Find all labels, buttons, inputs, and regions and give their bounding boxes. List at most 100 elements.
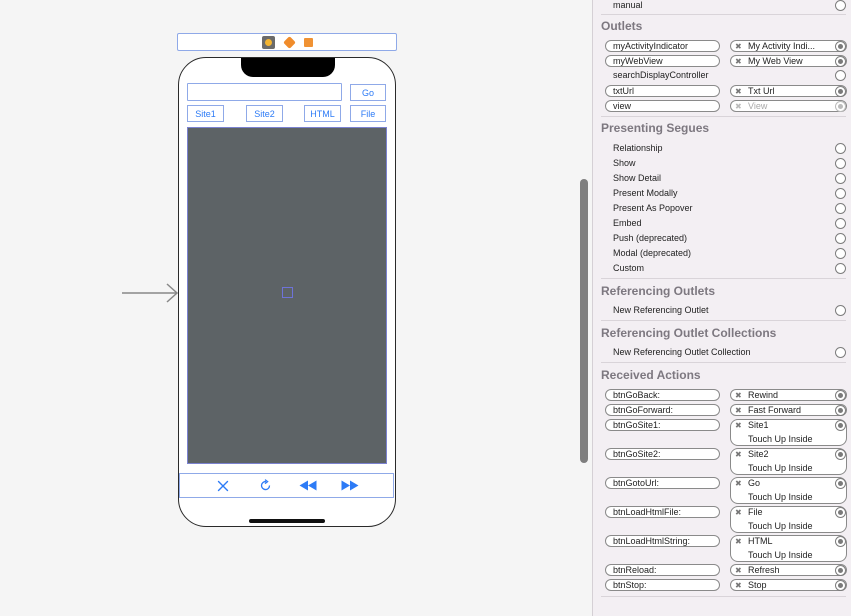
site2-button[interactable]: Site2 (246, 105, 283, 122)
outlet-target: Txt Url (748, 86, 775, 96)
action-name[interactable]: btnGoForward: (605, 404, 720, 416)
action-name[interactable]: btnGoSite1: (605, 419, 720, 431)
scene-dock[interactable] (177, 33, 397, 51)
refresh-icon[interactable] (254, 477, 276, 495)
connection-circle-icon[interactable] (835, 507, 846, 518)
activity-indicator[interactable] (282, 287, 293, 298)
view-controller-icon[interactable] (261, 35, 275, 49)
connection-circle-icon[interactable] (835, 233, 846, 244)
action-connection[interactable]: ✖ Site2 Touch Up Inside (730, 448, 847, 475)
action-connection[interactable]: ✖ Go Touch Up Inside (730, 477, 847, 504)
action-row: btnGoSite1: ✖ Site1 Touch Up Inside (593, 419, 851, 448)
action-connection[interactable]: ✖ Stop (730, 579, 847, 591)
action-connection[interactable]: ✖ File Touch Up Inside (730, 506, 847, 533)
action-connection[interactable]: ✖ HTML Touch Up Inside (730, 535, 847, 562)
action-name[interactable]: btnGotoUrl: (605, 477, 720, 489)
outlet-connection[interactable]: ✖ Txt Url (730, 85, 847, 97)
connection-circle-icon[interactable] (835, 101, 846, 112)
presenting-segues-title: Presenting Segues (601, 121, 710, 135)
new-referencing-outlet-label: New Referencing Outlet (613, 305, 709, 315)
connection-circle-icon[interactable] (835, 347, 846, 358)
outlet-name[interactable]: myWebView (605, 55, 720, 67)
connection-circle-icon[interactable] (835, 203, 846, 214)
disconnect-icon[interactable]: ✖ (735, 508, 742, 517)
disconnect-icon[interactable]: ✖ (735, 391, 742, 400)
disconnect-icon[interactable]: ✖ (735, 421, 742, 430)
disconnect-icon[interactable]: ✖ (735, 450, 742, 459)
connection-circle-icon[interactable] (835, 390, 846, 401)
go-button[interactable]: Go (350, 84, 386, 101)
connection-circle-icon[interactable] (835, 248, 846, 259)
connection-circle-icon[interactable] (835, 0, 846, 11)
disconnect-icon[interactable]: ✖ (735, 406, 742, 415)
action-target: Go (748, 478, 761, 488)
fast-forward-icon[interactable] (339, 477, 361, 495)
action-name[interactable]: btnGoBack: (605, 389, 720, 401)
site1-button[interactable]: Site1 (187, 105, 224, 122)
connection-circle-icon[interactable] (835, 86, 846, 97)
disconnect-icon[interactable]: ✖ (735, 479, 742, 488)
new-referencing-outlet-collection-label: New Referencing Outlet Collection (613, 347, 751, 357)
exit-icon[interactable] (303, 37, 313, 47)
connection-circle-icon[interactable] (835, 263, 846, 274)
action-connection[interactable]: ✖ Refresh (730, 564, 847, 576)
action-name[interactable]: btnLoadHtmlString: (605, 535, 720, 547)
outlet-connection[interactable]: ✖ View (730, 100, 847, 112)
rewind-icon[interactable] (297, 477, 319, 495)
segue-row: Present Modally (593, 188, 851, 203)
canvas-scrollbar[interactable] (580, 179, 588, 463)
referencing-outlets-title: Referencing Outlets (601, 284, 716, 298)
action-target: Refresh (748, 565, 780, 575)
action-name[interactable]: btnLoadHtmlFile: (605, 506, 720, 518)
outlet-connection[interactable]: ✖ My Activity Indi... (730, 40, 847, 52)
connection-circle-icon[interactable] (835, 143, 846, 154)
outlet-name[interactable]: view (605, 100, 720, 112)
disconnect-icon[interactable]: ✖ (735, 87, 742, 96)
url-text-field[interactable] (187, 83, 342, 101)
connection-circle-icon[interactable] (835, 173, 846, 184)
connection-circle-icon[interactable] (835, 536, 846, 547)
disconnect-icon[interactable]: ✖ (735, 102, 742, 111)
connection-circle-icon[interactable] (835, 478, 846, 489)
disconnect-icon[interactable]: ✖ (735, 57, 742, 66)
disconnect-icon[interactable]: ✖ (735, 537, 742, 546)
connection-circle-icon[interactable] (835, 188, 846, 199)
segue-row: Push (deprecated) (593, 233, 851, 248)
entry-point-arrow-icon[interactable] (122, 282, 179, 304)
action-target: Stop (748, 580, 767, 590)
storyboard-canvas[interactable]: Go Site1 Site2 HTML File (0, 0, 578, 616)
first-responder-icon[interactable] (282, 35, 296, 49)
action-connection[interactable]: ✖ Site1 Touch Up Inside (730, 419, 847, 446)
action-event: Touch Up Inside (748, 463, 813, 473)
disconnect-icon[interactable]: ✖ (735, 42, 742, 51)
action-event: Touch Up Inside (748, 521, 813, 531)
web-view[interactable] (187, 127, 387, 464)
connection-circle-icon[interactable] (835, 405, 846, 416)
action-target: HTML (748, 536, 773, 546)
connection-circle-icon[interactable] (835, 70, 846, 81)
connection-circle-icon[interactable] (835, 305, 846, 316)
connection-circle-icon[interactable] (835, 158, 846, 169)
outlet-target: View (748, 101, 768, 111)
action-name[interactable]: btnStop: (605, 579, 720, 591)
connection-circle-icon[interactable] (835, 41, 846, 52)
outlet-name[interactable]: myActivityIndicator (605, 40, 720, 52)
outlet-name[interactable]: txtUrl (605, 85, 720, 97)
outlet-connection[interactable]: ✖ My Web View (730, 55, 847, 67)
action-connection[interactable]: ✖ Fast Forward (730, 404, 847, 416)
action-name[interactable]: btnReload: (605, 564, 720, 576)
stop-icon[interactable] (212, 477, 234, 495)
file-button[interactable]: File (350, 105, 386, 122)
connection-circle-icon[interactable] (835, 580, 846, 591)
connection-circle-icon[interactable] (835, 565, 846, 576)
connection-circle-icon[interactable] (835, 449, 846, 460)
action-connection[interactable]: ✖ Rewind (730, 389, 847, 401)
disconnect-icon[interactable]: ✖ (735, 566, 742, 575)
action-name[interactable]: btnGoSite2: (605, 448, 720, 460)
html-button[interactable]: HTML (304, 105, 341, 122)
connection-circle-icon[interactable] (835, 218, 846, 229)
disconnect-icon[interactable]: ✖ (735, 581, 742, 590)
section-divider (601, 278, 846, 279)
connection-circle-icon[interactable] (835, 56, 846, 67)
connection-circle-icon[interactable] (835, 420, 846, 431)
